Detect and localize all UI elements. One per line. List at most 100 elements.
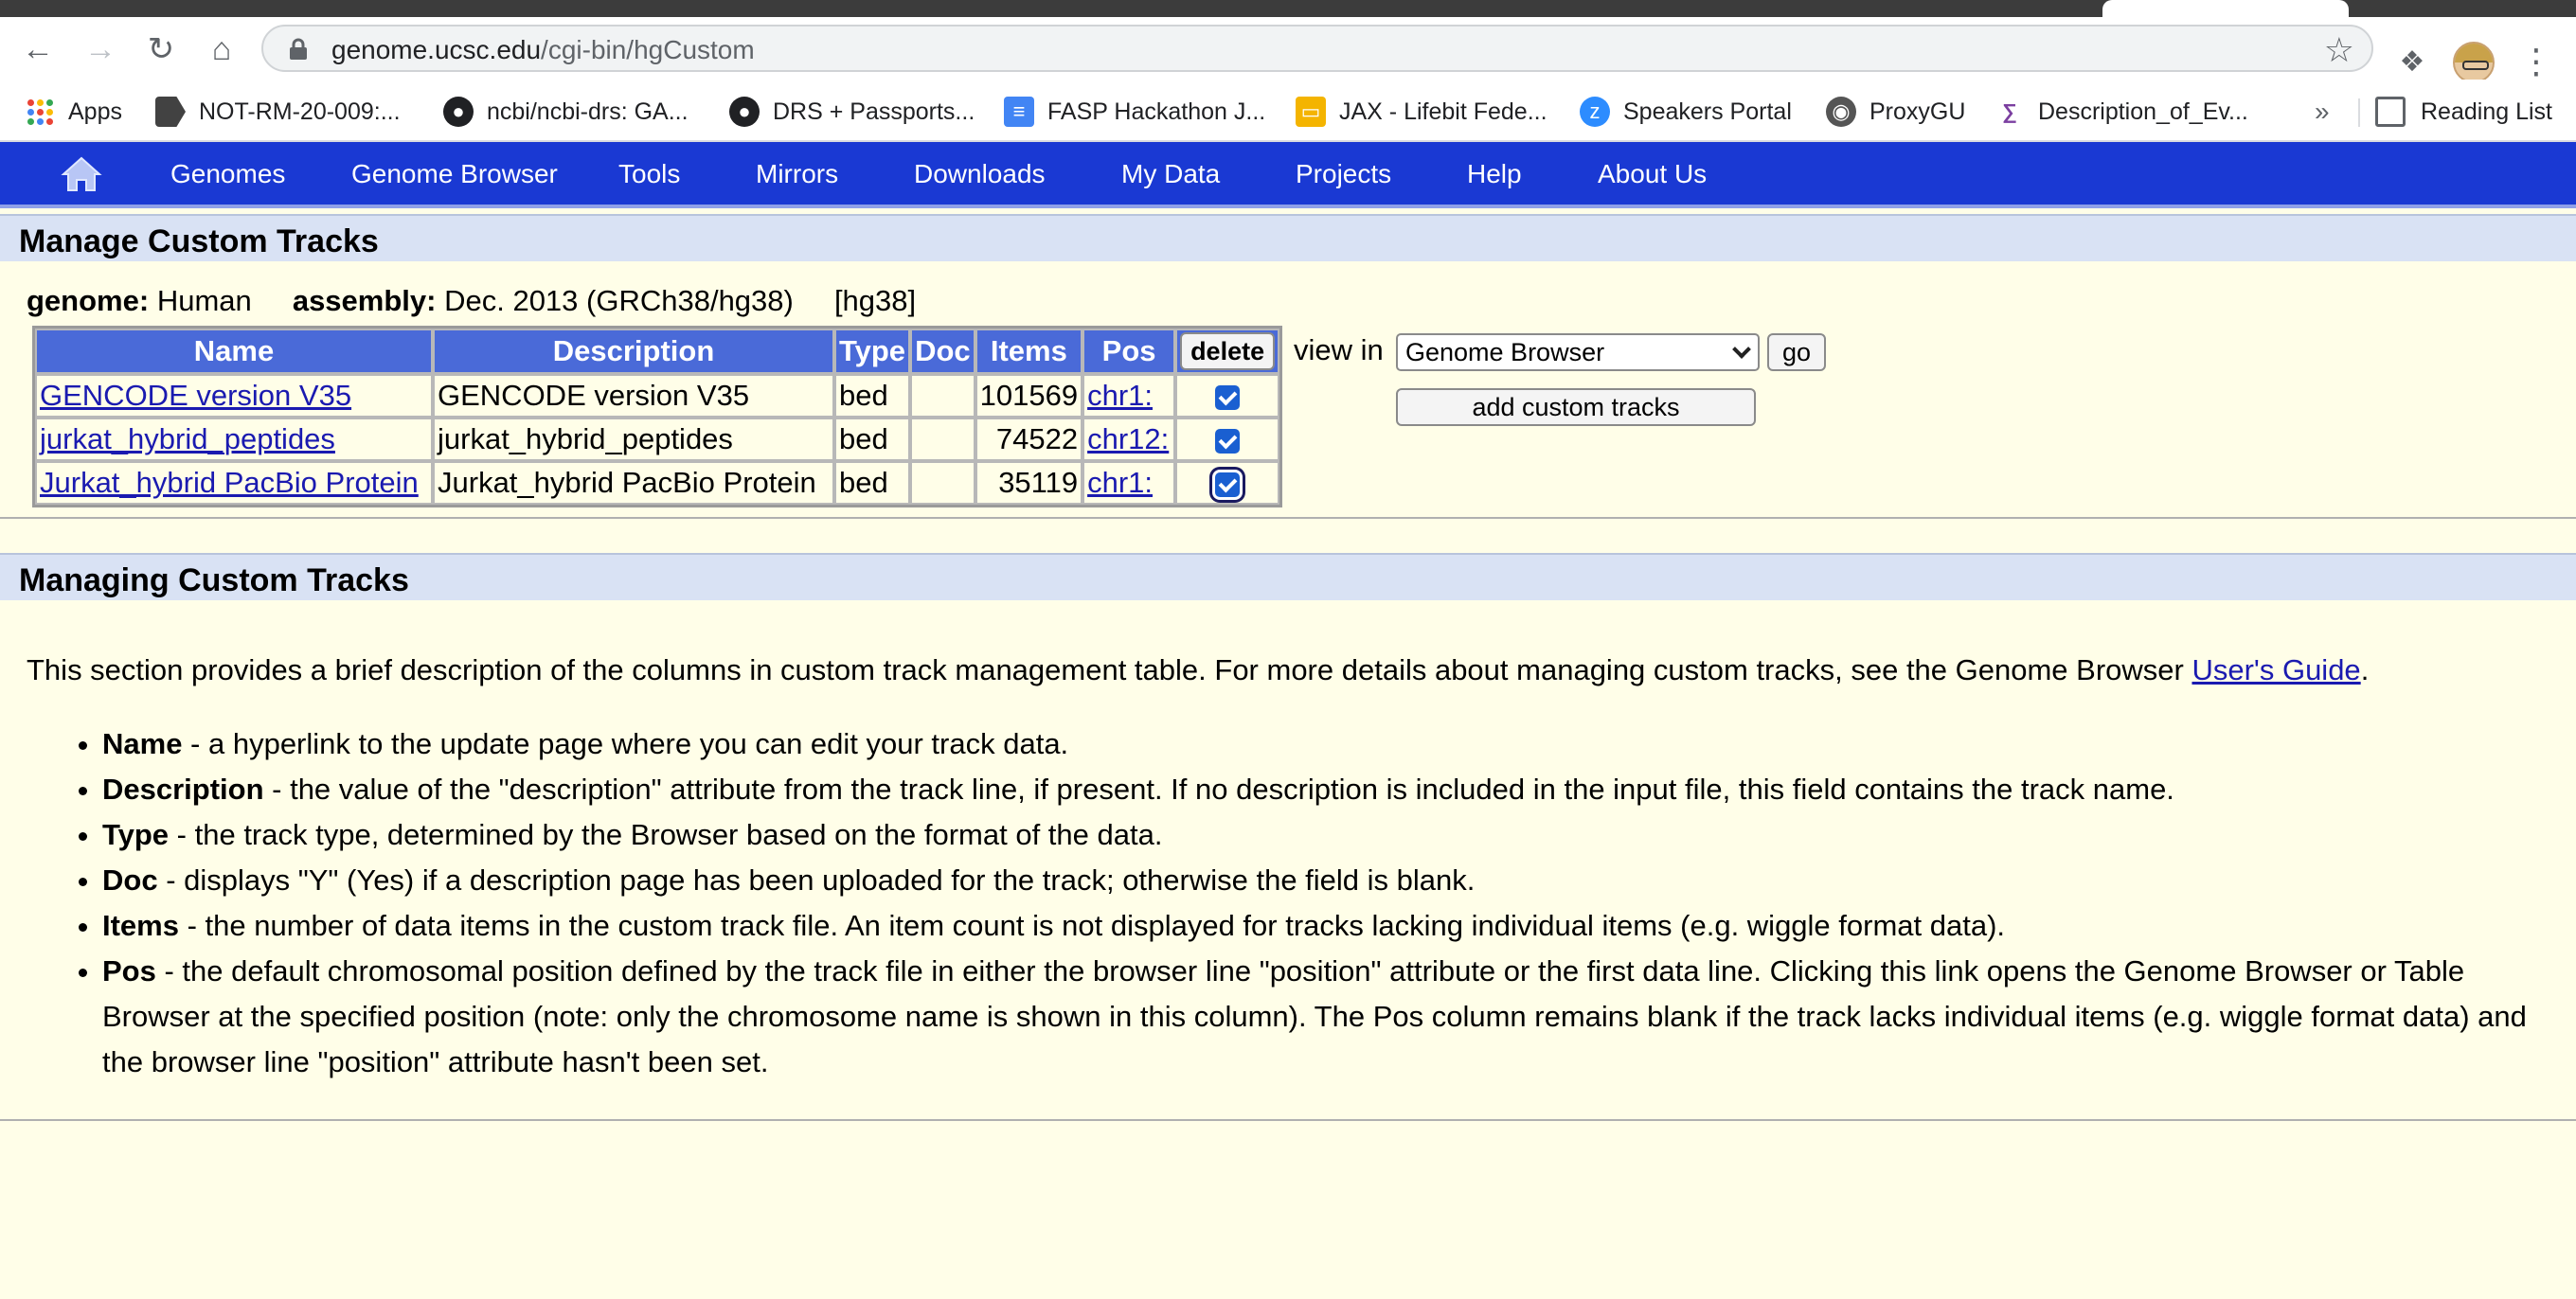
table-header-row: Name Description Type Doc Items Pos dele… <box>35 329 1280 374</box>
nav-about-us[interactable]: About Us <box>1598 159 1707 189</box>
help-intro-end: . <box>2360 653 2370 686</box>
col-description: Description <box>433 329 834 374</box>
bookmark-label: FASP Hackathon J... <box>1047 98 1266 125</box>
nav-tools[interactable]: Tools <box>618 159 680 189</box>
bookmark-label: ncbi/ncbi-drs: GA... <box>487 98 689 125</box>
list-item: Items - the number of data items in the … <box>102 903 2527 949</box>
track-description: GENCODE version V35 <box>433 374 834 418</box>
help-text: - a hyperlink to the update page where y… <box>182 727 1069 760</box>
nav-genomes[interactable]: Genomes <box>170 159 285 189</box>
delete-button[interactable]: delete <box>1180 332 1276 370</box>
track-name-link[interactable]: Jurkat_hybrid PacBio Protein <box>40 466 419 499</box>
bookmark-label: DRS + Passports... <box>773 98 975 125</box>
table-row: GENCODE version V35 GENCODE version V35 … <box>35 374 1280 418</box>
bookmark-label: Apps <box>68 98 122 125</box>
apps-grid-icon <box>25 97 55 127</box>
help-text: - the number of data items in the custom… <box>178 909 2006 942</box>
label-icon <box>155 97 186 127</box>
help-text: - displays "Y" (Yes) if a description pa… <box>157 863 1476 897</box>
bookmark-not-rm[interactable]: NOT-RM-20-009:... <box>155 95 401 129</box>
ucsc-top-nav: Genomes Genome Browser Tools Mirrors Dow… <box>0 142 2576 205</box>
bookmark-jax[interactable]: ▭ JAX - Lifebit Fede... <box>1296 95 1547 129</box>
delete-checkbox[interactable] <box>1215 384 1241 410</box>
assembly-label: assembly: <box>292 284 437 317</box>
page-bottom-divider <box>0 1119 2576 1121</box>
manage-section-header: Manage Custom Tracks <box>0 214 2576 261</box>
track-description: jurkat_hybrid_peptides <box>433 418 834 461</box>
help-title: Managing Custom Tracks <box>19 562 409 598</box>
track-description: Jurkat_hybrid PacBio Protein <box>433 461 834 505</box>
go-button[interactable]: go <box>1767 333 1826 371</box>
bookmark-label: Description_of_Ev... <box>2038 98 2248 125</box>
track-items: 101569 <box>975 374 1083 418</box>
bookmark-apps[interactable]: Apps <box>25 95 122 129</box>
list-item: Description - the value of the "descript… <box>102 767 2527 812</box>
extensions-puzzle-icon[interactable]: ❖ <box>2396 45 2428 78</box>
track-items: 35119 <box>975 461 1083 505</box>
nav-genome-browser[interactable]: Genome Browser <box>351 159 558 189</box>
bookmark-ncbi-drs[interactable]: ● ncbi/ncbi-drs: GA... <box>443 95 689 129</box>
track-pos-link[interactable]: chr1: <box>1087 466 1153 499</box>
nav-projects[interactable]: Projects <box>1296 159 1391 189</box>
track-type: bed <box>834 374 911 418</box>
assembly-value: Dec. 2013 (GRCh38/hg38) <box>444 284 794 317</box>
help-text: - the track type, determined by the Brow… <box>169 818 1163 851</box>
bookmark-drs-passports[interactable]: ● DRS + Passports... <box>729 95 975 129</box>
track-pos-link[interactable]: chr12: <box>1087 422 1169 455</box>
users-guide-link[interactable]: User's Guide <box>2191 653 2360 686</box>
bookmark-description[interactable]: ∑ Description_of_Ev... <box>1995 95 2248 129</box>
track-name-link[interactable]: GENCODE version V35 <box>40 379 351 412</box>
track-items: 74522 <box>975 418 1083 461</box>
list-item: Doc - displays "Y" (Yes) if a descriptio… <box>102 858 2527 903</box>
bookmark-fasp[interactable]: ≡ FASP Hackathon J... <box>1004 95 1265 129</box>
address-bar[interactable]: genome.ucsc.edu/cgi-bin/hgCustom ☆ <box>261 25 2373 72</box>
profile-avatar[interactable] <box>2453 42 2495 83</box>
active-tab[interactable] <box>2102 0 2349 17</box>
track-name-link[interactable]: jurkat_hybrid_peptides <box>40 422 335 455</box>
github-icon: ● <box>443 97 474 127</box>
reload-icon[interactable]: ↻ <box>142 30 180 68</box>
home-icon[interactable] <box>61 155 102 193</box>
reading-list-icon <box>2375 97 2406 127</box>
custom-tracks-table: Name Description Type Doc Items Pos dele… <box>32 326 1283 507</box>
reading-list-label: Reading List <box>2421 98 2552 125</box>
url-path: /cgi-bin/hgCustom <box>541 35 755 64</box>
nav-downloads[interactable]: Downloads <box>914 159 1046 189</box>
add-custom-tracks-button[interactable]: add custom tracks <box>1396 388 1756 426</box>
delete-checkbox[interactable] <box>1215 428 1241 454</box>
bookmark-label: Speakers Portal <box>1623 98 1792 125</box>
col-name: Name <box>35 329 433 374</box>
home-icon[interactable]: ⌂ <box>203 30 241 68</box>
more-bookmarks-chevron-icon[interactable]: » <box>2315 97 2330 127</box>
col-items: Items <box>975 329 1083 374</box>
nav-my-data[interactable]: My Data <box>1121 159 1220 189</box>
help-text: - the value of the "description" attribu… <box>263 773 2174 806</box>
nav-mirrors[interactable]: Mirrors <box>756 159 838 189</box>
zoom-icon: z <box>1580 97 1610 127</box>
delete-checkbox[interactable] <box>1215 472 1241 497</box>
help-term: Type <box>102 818 170 851</box>
table-row: jurkat_hybrid_peptides jurkat_hybrid_pep… <box>35 418 1280 461</box>
bookmark-speakers-portal[interactable]: z Speakers Portal <box>1580 95 1792 129</box>
help-intro-text: This section provides a brief descriptio… <box>27 653 2192 686</box>
back-arrow-icon[interactable]: ← <box>19 30 57 68</box>
github-icon: ● <box>729 97 760 127</box>
view-in-selected-value: Genome Browser <box>1405 338 1605 366</box>
reading-list-button[interactable]: Reading List <box>2375 95 2552 129</box>
forward-arrow-icon[interactable]: → <box>81 30 119 68</box>
nav-help[interactable]: Help <box>1467 159 1522 189</box>
browser-menu-icon[interactable]: ⋮ <box>2519 42 2553 81</box>
browser-toolbar: ← → ↻ ⌂ genome.ucsc.edu/cgi-bin/hgCustom… <box>0 17 2576 83</box>
list-item: Pos - the default chromosomal position d… <box>102 949 2527 1085</box>
bookmark-star-icon[interactable]: ☆ <box>2324 30 2354 70</box>
bookmark-proxygu[interactable]: ◉ ProxyGU <box>1826 95 1965 129</box>
db-name: [hg38] <box>833 284 917 317</box>
genome-assembly-line: genome: Human assembly: Dec. 2013 (GRCh3… <box>27 284 916 318</box>
view-in-select[interactable]: Genome Browser <box>1396 333 1760 371</box>
list-item: Type - the track type, determined by the… <box>102 812 2527 858</box>
manage-title: Manage Custom Tracks <box>19 223 379 259</box>
genome-value: Human <box>156 284 252 317</box>
track-pos-link[interactable]: chr1: <box>1087 379 1153 412</box>
track-type: bed <box>834 461 911 505</box>
nav-underline <box>0 205 2576 208</box>
